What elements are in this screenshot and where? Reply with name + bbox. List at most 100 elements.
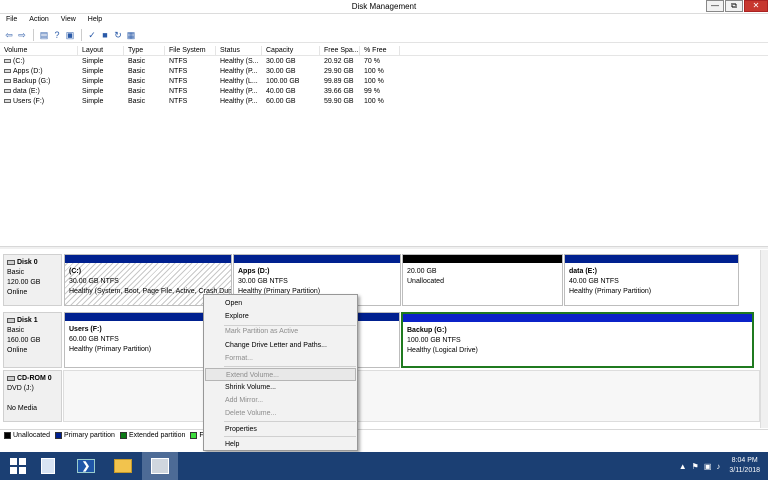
legend-swatch [4, 432, 11, 439]
drive-icon [4, 79, 11, 84]
column-layout[interactable]: Layout [78, 46, 124, 56]
menu-item-change-drive-letter[interactable]: Change Drive Letter and Paths... [205, 339, 356, 352]
network-icon[interactable]: ▣ [704, 462, 712, 471]
menu-item-format[interactable]: Format... [205, 352, 356, 365]
folder-open-icon[interactable]: ■ [99, 29, 111, 41]
file-system-cell: NTFS [169, 58, 188, 65]
menu-item-explore[interactable]: Explore [205, 310, 356, 323]
menu-item-add-mirror[interactable]: Add Mirror... [205, 394, 356, 407]
layout-cell: Simple [82, 98, 104, 105]
menu-separator [224, 421, 356, 422]
show-hidden-icons-icon[interactable]: ▲ [679, 462, 687, 471]
disk-list-icon[interactable]: ▦ [125, 29, 137, 41]
partition-name: Backup (G:) [407, 327, 447, 334]
column-free-space[interactable]: Free Spa... [320, 46, 360, 56]
menu-item-properties[interactable]: Properties [205, 423, 356, 436]
menu-item-open[interactable]: Open [205, 297, 356, 310]
rescan-icon[interactable]: ↻ [112, 29, 124, 41]
drive-icon [4, 59, 11, 64]
unallocated-space[interactable]: 20.00 GB Unallocated [402, 254, 563, 306]
toolbar: ⇦ ⇨ ▤ ? ▣ ✓ ■ ↻ ▦ [0, 27, 768, 43]
disk-name: Disk 1 [17, 317, 38, 324]
forward-arrow-icon[interactable]: ⇨ [16, 29, 28, 41]
column-volume[interactable]: Volume [0, 46, 78, 56]
table-row[interactable]: Users (F:) Simple Basic NTFS Healthy (P.… [0, 97, 768, 107]
column-capacity[interactable]: Capacity [262, 46, 320, 56]
legend-item: Extended partition [119, 432, 185, 439]
file-explorer-icon [114, 459, 132, 473]
free-space-cell: 39.66 GB [324, 88, 354, 95]
menu-item-help[interactable]: Help [205, 438, 356, 451]
window-title: Disk Management [351, 2, 417, 11]
cdrom-0-label[interactable]: CD-ROM 0 DVD (J:) No Media [3, 370, 62, 422]
close-button[interactable]: ✕ [744, 0, 768, 12]
properties-icon[interactable]: ▣ [64, 29, 76, 41]
file-system-cell: NTFS [169, 98, 188, 105]
context-menu: Open Explore Mark Partition as Active Ch… [203, 294, 358, 451]
drive-icon [4, 69, 11, 74]
menu-help[interactable]: Help [88, 14, 102, 26]
status-cell: Healthy (P... [220, 98, 258, 105]
restore-button[interactable]: ⧉ [725, 0, 743, 12]
volume-list-header: Volume Layout Type File System Status Ca… [0, 46, 768, 56]
menu-item-mark-active[interactable]: Mark Partition as Active [205, 325, 356, 338]
minimize-button[interactable]: — [706, 0, 724, 12]
column-file-system[interactable]: File System [165, 46, 216, 56]
help-icon[interactable]: ? [51, 29, 63, 41]
server-manager-icon [41, 458, 55, 474]
check-icon[interactable]: ✓ [86, 29, 98, 41]
vertical-scrollbar[interactable] [760, 250, 768, 428]
action-center-flag-icon[interactable]: ⚑ [692, 462, 699, 471]
type-cell: Basic [128, 68, 146, 75]
layout-cell: Simple [82, 78, 104, 85]
powershell-button[interactable]: ❯ [68, 452, 104, 480]
volume-icon[interactable]: ♪ [716, 462, 720, 471]
partition-size: 30.00 GB NTFS [69, 278, 119, 285]
column-percent-free[interactable]: % Free [360, 46, 400, 56]
partition-e[interactable]: data (E:) 40.00 GB NTFS Healthy (Primary… [564, 254, 739, 306]
cdrom-empty-area[interactable] [63, 370, 760, 422]
menu-action[interactable]: Action [29, 14, 48, 26]
volume-name: data (E:) [13, 88, 40, 95]
percent-free-cell: 100 % [364, 68, 384, 75]
clock[interactable]: 8:04 PM 3/11/2018 [729, 456, 760, 476]
column-type[interactable]: Type [124, 46, 165, 56]
volume-list: (C:) Simple Basic NTFS Healthy (S... 30.… [0, 57, 768, 107]
table-row[interactable]: Apps (D:) Simple Basic NTFS Healthy (P..… [0, 67, 768, 77]
disk-type: Basic [7, 269, 25, 276]
file-system-cell: NTFS [169, 88, 188, 95]
legend-item: Primary partition [54, 432, 115, 439]
column-status[interactable]: Status [216, 46, 262, 56]
disk-1-label[interactable]: Disk 1 Basic 160.00 GB Online [3, 312, 62, 368]
table-row[interactable]: (C:) Simple Basic NTFS Healthy (S... 30.… [0, 57, 768, 67]
show-hide-console-tree-icon[interactable]: ▤ [38, 29, 50, 41]
pane-splitter[interactable] [0, 246, 768, 249]
partition-status: Healthy (Primary Partition) [569, 288, 652, 295]
legend-swatch [190, 432, 198, 439]
partition-g-selected[interactable]: Backup (G:) 100.00 GB NTFS Healthy (Logi… [401, 312, 754, 368]
status-cell: Healthy (P... [220, 88, 258, 95]
menu-item-extend-volume[interactable]: Extend Volume... [205, 368, 356, 381]
status-cell: Healthy (S... [220, 58, 259, 65]
server-manager-button[interactable] [30, 452, 66, 480]
menu-view[interactable]: View [61, 14, 76, 26]
menu-item-delete-volume[interactable]: Delete Volume... [205, 407, 356, 420]
menu-item-shrink-volume[interactable]: Shrink Volume... [205, 381, 356, 394]
disk-0-label[interactable]: Disk 0 Basic 120.00 GB Online [3, 254, 62, 306]
disk-icon [7, 317, 15, 323]
percent-free-cell: 99 % [364, 88, 380, 95]
cdrom-icon [7, 375, 15, 381]
table-row[interactable]: Backup (G:) Simple Basic NTFS Healthy (L… [0, 77, 768, 87]
partition-type-bar [403, 314, 752, 322]
back-arrow-icon[interactable]: ⇦ [3, 29, 15, 41]
volume-cell: (C:) [0, 57, 78, 67]
status-cell: Healthy (L... [220, 78, 258, 85]
partition-size: 100.00 GB NTFS [407, 337, 461, 344]
file-explorer-button[interactable] [105, 452, 141, 480]
menu-file[interactable]: File [6, 14, 17, 26]
disk-management-taskbar-button[interactable] [142, 452, 178, 480]
volume-cell: Users (F:) [0, 97, 78, 107]
table-row[interactable]: data (E:) Simple Basic NTFS Healthy (P..… [0, 87, 768, 97]
volume-cell: Backup (G:) [0, 77, 78, 87]
volume-name: Apps (D:) [13, 68, 43, 75]
